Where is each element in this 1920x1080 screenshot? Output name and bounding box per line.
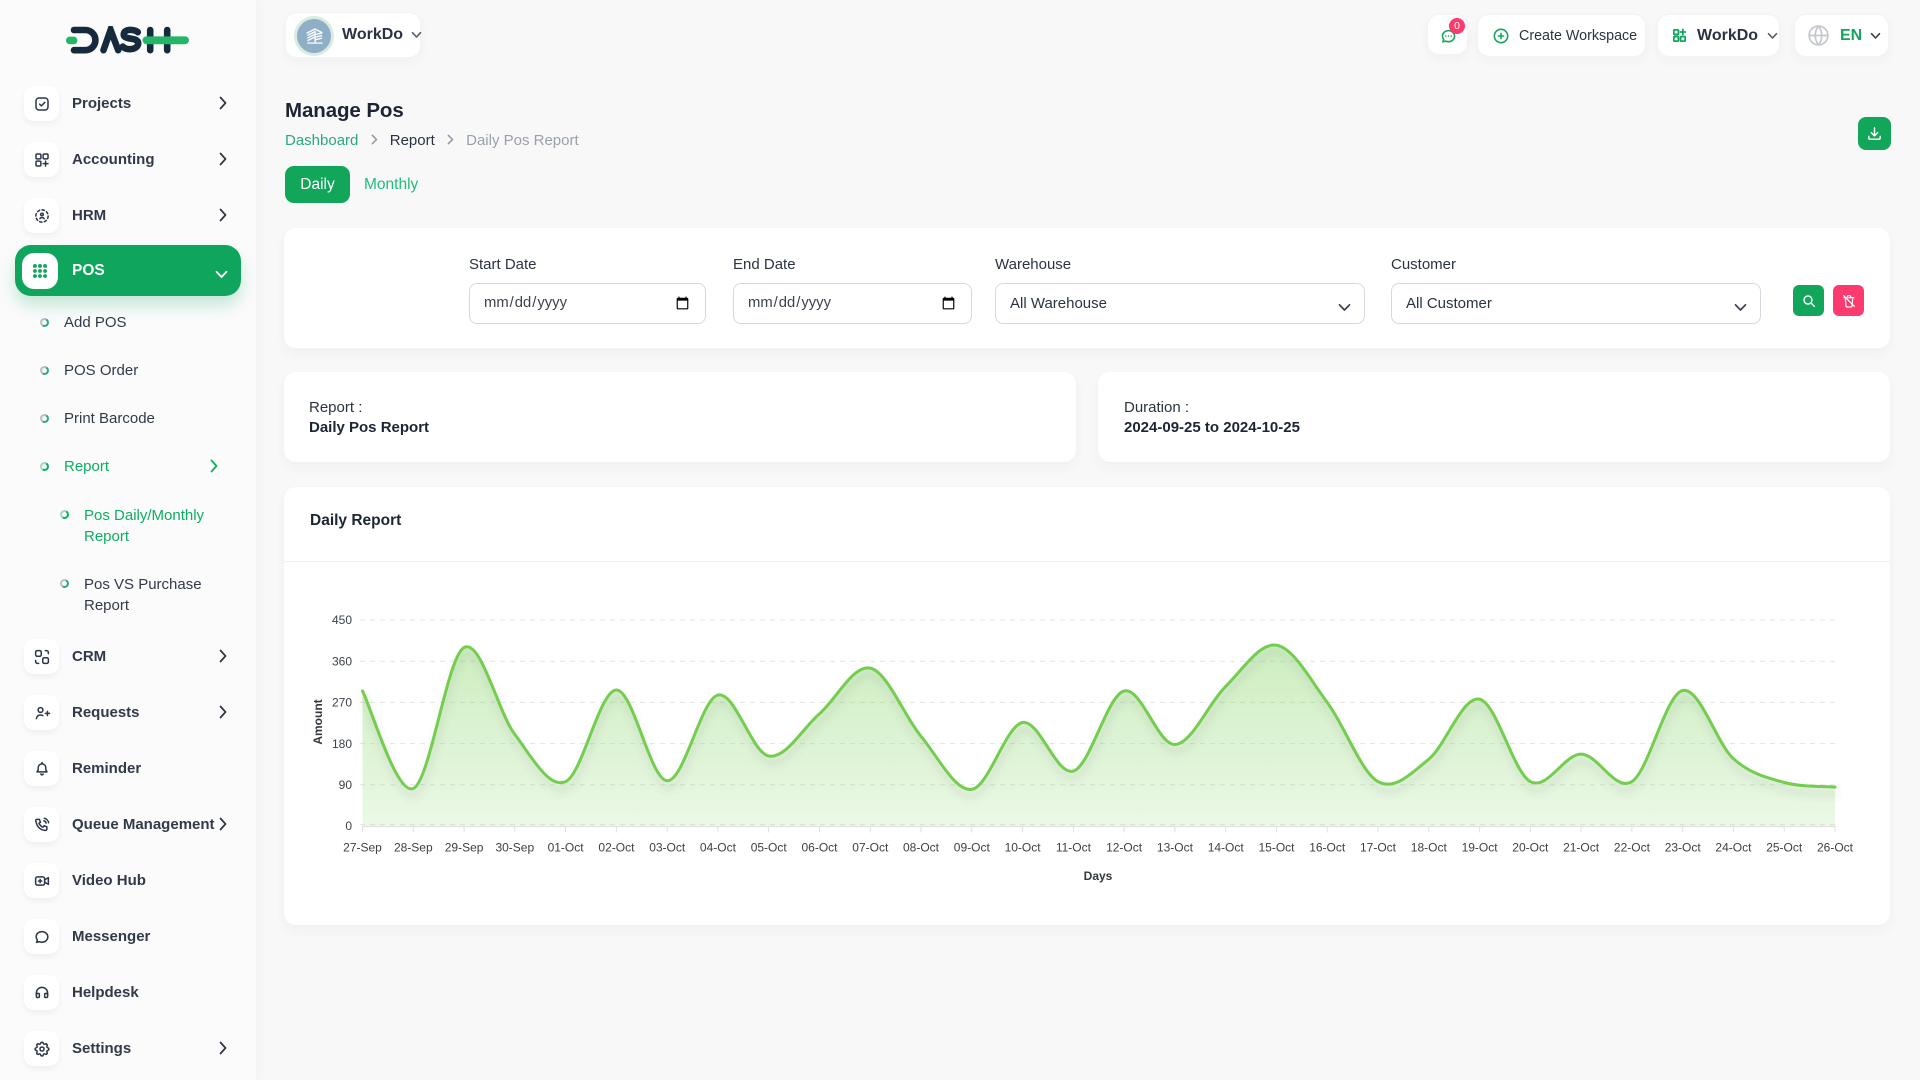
svg-text:05-Oct: 05-Oct [751,841,788,855]
svg-text:Days: Days [1084,869,1113,883]
svg-text:06-Oct: 06-Oct [801,841,838,855]
svg-text:09-Oct: 09-Oct [954,841,991,855]
svg-text:21-Oct: 21-Oct [1563,841,1600,855]
svg-text:23-Oct: 23-Oct [1665,841,1702,855]
svg-text:18-Oct: 18-Oct [1411,841,1448,855]
svg-text:17-Oct: 17-Oct [1360,841,1397,855]
svg-text:27-Sep: 27-Sep [343,841,382,855]
svg-text:03-Oct: 03-Oct [649,841,686,855]
svg-text:19-Oct: 19-Oct [1462,841,1499,855]
svg-text:04-Oct: 04-Oct [700,841,737,855]
svg-text:22-Oct: 22-Oct [1614,841,1651,855]
svg-text:25-Oct: 25-Oct [1766,841,1803,855]
svg-text:360: 360 [332,654,352,668]
svg-text:90: 90 [339,778,353,792]
svg-text:01-Oct: 01-Oct [548,841,585,855]
svg-text:24-Oct: 24-Oct [1715,841,1752,855]
svg-text:11-Oct: 11-Oct [1056,841,1092,855]
svg-text:15-Oct: 15-Oct [1258,841,1295,855]
svg-text:Amount: Amount [311,699,325,744]
svg-text:29-Sep: 29-Sep [445,841,484,855]
svg-text:16-Oct: 16-Oct [1309,841,1346,855]
svg-text:450: 450 [332,613,352,627]
svg-text:180: 180 [332,737,352,751]
svg-text:12-Oct: 12-Oct [1106,841,1143,855]
svg-text:26-Oct: 26-Oct [1817,841,1854,855]
svg-text:28-Sep: 28-Sep [394,841,433,855]
svg-text:20-Oct: 20-Oct [1512,841,1549,855]
svg-text:07-Oct: 07-Oct [852,841,889,855]
svg-text:02-Oct: 02-Oct [598,841,635,855]
svg-text:0: 0 [345,819,352,833]
svg-text:30-Sep: 30-Sep [495,841,534,855]
svg-text:270: 270 [332,696,352,710]
svg-text:10-Oct: 10-Oct [1005,841,1042,855]
svg-text:13-Oct: 13-Oct [1157,841,1194,855]
svg-text:08-Oct: 08-Oct [903,841,940,855]
svg-text:14-Oct: 14-Oct [1208,841,1245,855]
